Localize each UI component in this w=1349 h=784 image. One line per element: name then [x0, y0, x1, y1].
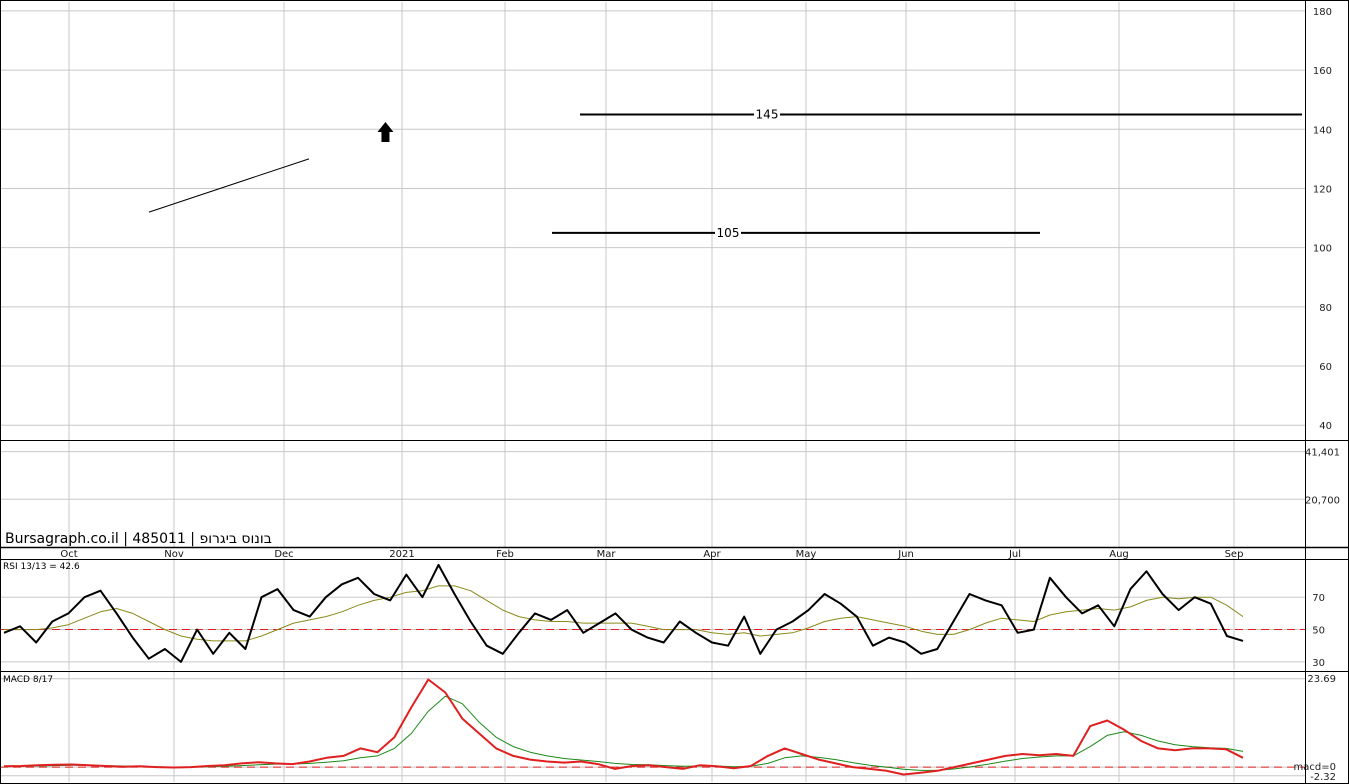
- price-tick-label: 60: [1319, 362, 1332, 373]
- macd-title: MACD 8/17: [3, 675, 53, 685]
- month-label: Jul: [1008, 549, 1021, 560]
- price-tick-label: 100: [1313, 244, 1332, 255]
- month-label: Nov: [164, 549, 184, 560]
- month-label: Jun: [897, 549, 914, 560]
- month-label: Aug: [1109, 549, 1129, 560]
- month-label: Oct: [60, 549, 77, 560]
- month-label: Feb: [496, 549, 514, 560]
- month-label: May: [796, 549, 817, 560]
- month-label: 2021: [389, 549, 414, 560]
- volume-tick-label: 20,700: [1305, 495, 1340, 506]
- macd-tick-label: -2.32: [1310, 772, 1336, 783]
- rsi-tick-label: 70: [1312, 593, 1325, 604]
- month-label: Sep: [1225, 549, 1244, 560]
- level-label: 145: [756, 107, 779, 121]
- rsi-tick-label: 30: [1312, 658, 1325, 669]
- rsi-title: RSI 13/13 = 42.6: [3, 562, 80, 572]
- month-label: Apr: [703, 549, 721, 560]
- volume-tick-label: 41,401: [1305, 448, 1340, 459]
- stock-chart: 145 105 40 60 80 100 120 140 160 180 20,700 41,401…: [0, 0, 1349, 784]
- month-label: Mar: [597, 549, 617, 560]
- month-label: Dec: [274, 549, 293, 560]
- price-tick-label: 80: [1319, 303, 1332, 314]
- price-tick-label: 40: [1319, 421, 1332, 432]
- price-tick-label: 160: [1313, 66, 1332, 77]
- price-tick-label: 140: [1313, 125, 1332, 136]
- price-tick-label: 180: [1313, 7, 1332, 18]
- price-tick-label: 120: [1313, 184, 1332, 195]
- rsi-tick-label: 50: [1312, 626, 1325, 637]
- watermark-label: Bursagraph.co.il | 485011 | בונוס ביגרופ: [5, 531, 272, 547]
- macd-tick-label: 23.69: [1307, 674, 1336, 685]
- level-label: 105: [717, 226, 740, 240]
